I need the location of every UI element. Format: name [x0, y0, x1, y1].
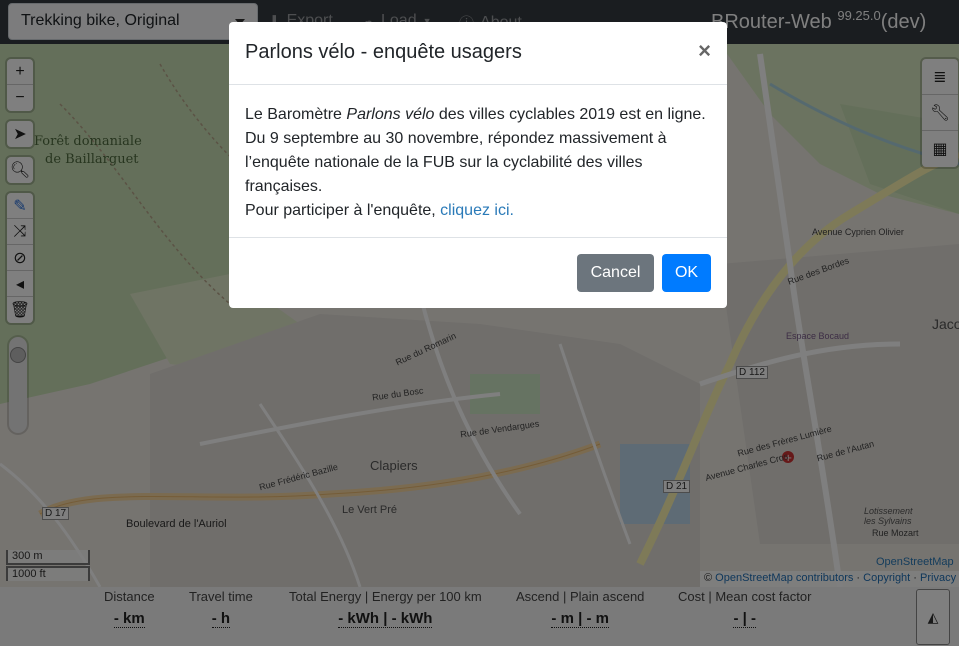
- body-text-italic: Parlons vélo: [346, 106, 435, 123]
- modal-header: Parlons vélo - enquête usagers ×: [229, 22, 727, 85]
- modal-title: Parlons vélo - enquête usagers: [245, 41, 522, 63]
- cancel-button[interactable]: Cancel: [577, 254, 654, 292]
- body-text-prefix: Le Baromètre: [245, 106, 347, 123]
- ok-button[interactable]: OK: [662, 254, 711, 292]
- participate-text: Pour participer à l'enquête,: [245, 202, 441, 219]
- participate-link[interactable]: cliquez ici.: [440, 202, 514, 219]
- modal-footer: Cancel OK: [229, 238, 727, 307]
- close-icon[interactable]: ×: [698, 38, 711, 64]
- modal-body: Le Baromètre Parlons vélo des villes cyc…: [229, 85, 727, 238]
- survey-modal: Parlons vélo - enquête usagers × Le Baro…: [229, 22, 727, 308]
